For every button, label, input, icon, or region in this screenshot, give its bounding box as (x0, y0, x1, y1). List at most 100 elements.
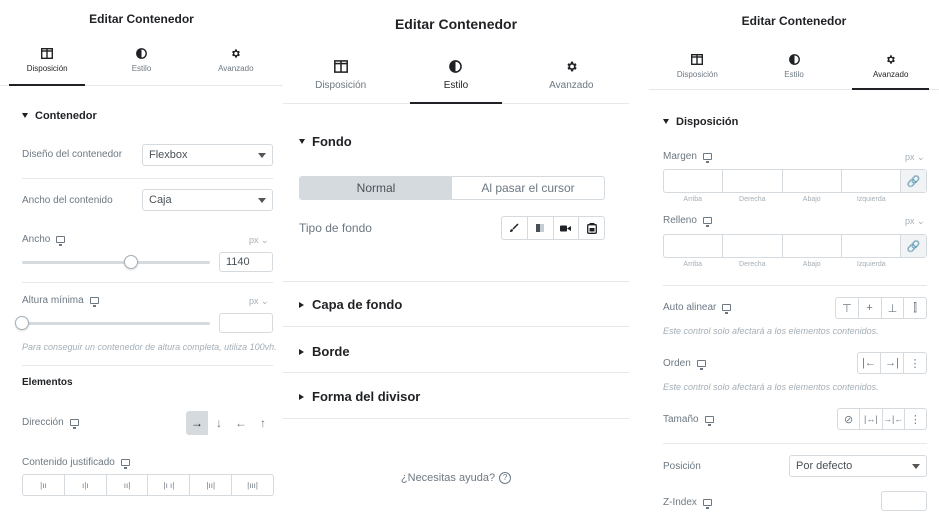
direction-row-reverse-button[interactable]: ← (230, 411, 252, 435)
padding-label-text: Relleno (663, 215, 697, 226)
tab-layout[interactable]: Disposición (0, 46, 94, 86)
link-icon[interactable]: 🔗 (900, 235, 926, 257)
min-height-unit-select[interactable]: px (249, 296, 269, 307)
tab-layout[interactable]: Disposición (283, 56, 398, 103)
size-button-group: ⊘ |↔| →|← ⋮ (837, 408, 927, 430)
size-grow-button[interactable]: |↔| (859, 409, 881, 429)
padding-unit-select[interactable]: px (905, 216, 925, 227)
section-title: Borde (312, 344, 350, 359)
section-border-toggle[interactable]: Borde (299, 344, 350, 359)
min-height-slider-track[interactable] (22, 322, 210, 325)
dim-label: Arriba (683, 261, 703, 268)
desktop-icon[interactable] (56, 235, 66, 246)
justify-center-button[interactable]: ı|ı (63, 475, 106, 495)
contrast-icon (449, 60, 463, 73)
min-height-slider-handle[interactable] (15, 316, 29, 330)
padding-bottom-input[interactable] (781, 235, 841, 257)
tab-layout[interactable]: Disposición (649, 52, 746, 89)
zindex-input[interactable] (881, 491, 927, 511)
bg-video-button[interactable] (552, 217, 579, 239)
align-stretch-button[interactable]: ⫿ (903, 298, 926, 318)
width-label-text: Ancho (22, 234, 51, 245)
padding-top-input[interactable] (664, 235, 722, 257)
divider (283, 372, 629, 373)
position-select[interactable]: Por defecto (789, 455, 927, 477)
desktop-icon[interactable] (89, 296, 99, 307)
size-shrink-button[interactable]: →|← (881, 409, 904, 429)
section-shape-divider-toggle[interactable]: Forma del divisor (299, 389, 420, 404)
tab-label: Estilo (443, 80, 469, 91)
align-end-button[interactable]: ⊥ (880, 298, 904, 318)
divider (663, 285, 927, 286)
margin-bottom-input[interactable] (781, 170, 841, 192)
gradient-icon (536, 224, 545, 232)
min-height-input[interactable] (219, 313, 273, 333)
direction-row-button[interactable]: → (186, 411, 208, 435)
tab-advanced[interactable]: Avanzado (842, 52, 939, 90)
order-last-button[interactable]: →| (880, 353, 903, 373)
padding-left-input[interactable] (840, 235, 900, 257)
width-slider-handle[interactable] (124, 255, 138, 269)
desktop-icon[interactable] (722, 303, 732, 314)
bg-slideshow-button[interactable] (578, 217, 604, 239)
dim-label: Abajo (802, 196, 821, 203)
link-icon[interactable]: 🔗 (900, 170, 926, 192)
size-label: Tamaño (663, 414, 714, 426)
select-value: Caja (149, 194, 172, 206)
align-center-button[interactable]: + (857, 298, 881, 318)
desktop-icon[interactable] (702, 152, 712, 163)
container-design-label: Diseño del contenedor (22, 149, 123, 160)
justify-space-around-button[interactable]: |ıı| (189, 475, 231, 495)
order-first-button[interactable]: |← (858, 353, 880, 373)
min-height-label-text: Altura mínima (22, 295, 84, 306)
desktop-icon[interactable] (120, 458, 130, 469)
direction-button-group: → ↓ ← ↑ (186, 411, 274, 435)
size-none-button[interactable]: ⊘ (838, 409, 859, 429)
desktop-icon[interactable] (696, 359, 706, 370)
state-hover-tab[interactable]: Al pasar el cursor (452, 177, 604, 199)
tab-advanced[interactable]: Avanzado (514, 56, 629, 103)
width-input[interactable]: 1140 (219, 252, 273, 272)
width-unit-select[interactable]: px (249, 235, 269, 246)
desktop-icon[interactable] (702, 498, 712, 509)
container-design-select[interactable]: Flexbox (142, 144, 273, 166)
section-container-toggle[interactable]: Contenedor (22, 110, 97, 122)
help-link[interactable]: ¿Necesitas ayuda?? (283, 472, 629, 485)
justify-end-button[interactable]: ıı| (105, 475, 148, 495)
desktop-icon[interactable] (702, 216, 712, 227)
padding-right-input[interactable] (722, 235, 781, 257)
margin-right-input[interactable] (722, 170, 781, 192)
content-width-select[interactable]: Caja (142, 189, 273, 211)
section-background-overlay-toggle[interactable]: Capa de fondo (299, 297, 402, 312)
state-normal-tab[interactable]: Normal (300, 177, 452, 199)
tab-advanced[interactable]: Avanzado (189, 46, 283, 85)
order-label-text: Orden (663, 358, 691, 369)
tab-style[interactable]: Estilo (398, 56, 513, 104)
tab-label: Estilo (784, 70, 804, 79)
justify-space-between-button[interactable]: |ı ı| (147, 475, 189, 495)
divider (22, 178, 273, 179)
justify-start-button[interactable]: |ıı (23, 475, 64, 495)
tab-label: Disposición (315, 80, 367, 91)
justify-space-evenly-button[interactable]: |ııı| (231, 475, 273, 495)
align-start-button[interactable]: ⊤ (836, 298, 858, 318)
margin-left-input[interactable] (840, 170, 900, 192)
margin-unit-select[interactable]: px (905, 152, 925, 163)
bg-gradient-button[interactable] (526, 217, 553, 239)
section-background-toggle[interactable]: Fondo (299, 134, 352, 149)
width-slider-track[interactable] (22, 261, 210, 264)
tab-style[interactable]: Estilo (94, 46, 188, 85)
direction-column-reverse-button[interactable]: ↑ (252, 411, 274, 435)
section-title: Fondo (312, 134, 352, 149)
section-layout-toggle[interactable]: Disposición (663, 116, 738, 128)
order-custom-button[interactable]: ⋮ (903, 353, 926, 373)
bg-classic-button[interactable] (502, 217, 527, 239)
size-custom-button[interactable]: ⋮ (903, 409, 926, 429)
tab-style[interactable]: Estilo (746, 52, 843, 89)
desktop-icon[interactable] (69, 418, 79, 429)
direction-column-button[interactable]: ↓ (208, 411, 230, 435)
question-icon: ? (499, 472, 512, 485)
margin-top-input[interactable] (664, 170, 722, 192)
desktop-icon[interactable] (704, 415, 714, 426)
caret-right-icon (299, 348, 304, 355)
